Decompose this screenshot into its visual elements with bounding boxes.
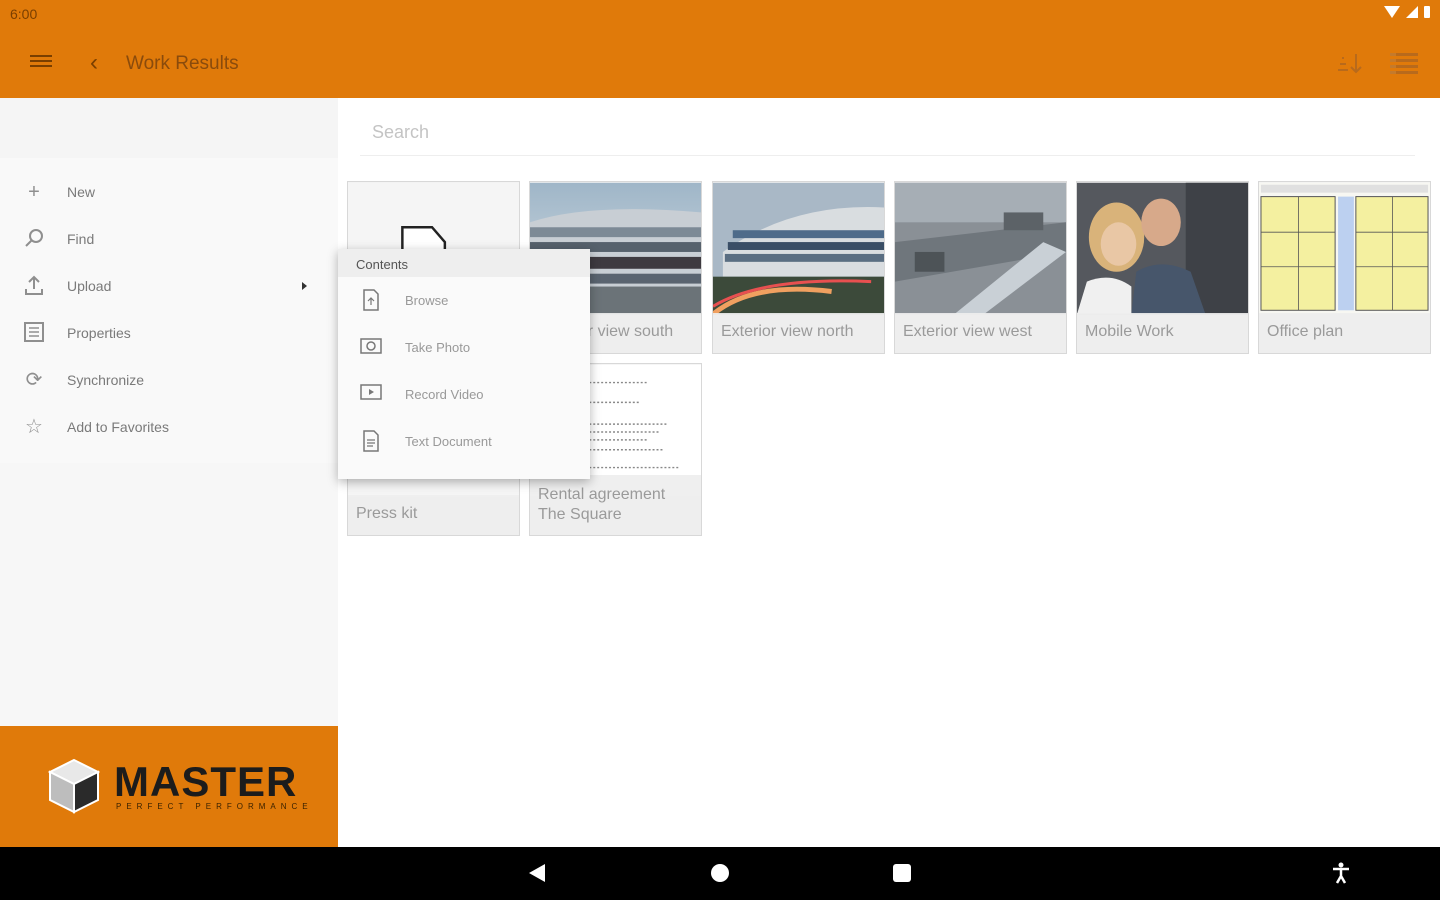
sidebar: + New Find Upload Properties ⟳ Synchroni… xyxy=(0,98,338,847)
hamburger-icon[interactable] xyxy=(28,52,54,74)
popup-item-label: Take Photo xyxy=(405,340,471,355)
list-view-icon[interactable] xyxy=(1390,50,1418,78)
tile-mobile-work[interactable]: Mobile Work xyxy=(1076,181,1249,354)
submenu-arrow-icon xyxy=(302,281,307,290)
people-photo xyxy=(1077,182,1248,315)
tile-label: Exterior view west xyxy=(895,313,1066,353)
favorite-add-icon: ☆ xyxy=(25,415,43,438)
text-document-icon xyxy=(360,430,382,452)
sidebar-item-new[interactable]: + New xyxy=(0,168,338,215)
file-browse-icon xyxy=(360,289,382,311)
sort-icon[interactable] xyxy=(1335,50,1365,78)
popup-item-text-document[interactable]: Text Document xyxy=(338,418,590,465)
cube-logo-icon xyxy=(48,758,100,814)
sidebar-header xyxy=(0,98,338,158)
chevron-left-icon[interactable]: ‹ xyxy=(90,50,110,76)
accessibility-icon[interactable] xyxy=(1330,861,1352,885)
tile-exterior-west[interactable]: Exterior view west xyxy=(894,181,1067,354)
sidebar-item-find[interactable]: Find xyxy=(0,215,338,262)
battery-icon xyxy=(1424,6,1430,18)
tile-label: Mobile Work xyxy=(1077,313,1248,353)
logo-tagline: PERFECT PERFORMANCE xyxy=(116,802,313,811)
sidebar-item-label: Add to Favorites xyxy=(67,418,169,435)
sidebar-item-synchronize[interactable]: ⟳ Synchronize xyxy=(0,356,338,403)
contents-popup-menu: Contents Browse Take Photo Record Video … xyxy=(338,249,590,479)
popup-item-label: Record Video xyxy=(405,387,484,402)
search-input[interactable] xyxy=(372,118,1272,146)
video-icon xyxy=(360,383,382,405)
popup-item-browse[interactable]: Browse xyxy=(338,277,590,324)
sidebar-item-label: Upload xyxy=(67,277,112,294)
popup-header: Contents xyxy=(338,249,590,277)
sync-icon: ⟳ xyxy=(25,368,43,391)
wifi-icon xyxy=(1384,6,1400,18)
popup-item-record-video[interactable]: Record Video xyxy=(338,371,590,418)
tile-label: Exterior view north xyxy=(713,313,884,353)
popup-item-label: Browse xyxy=(405,293,449,308)
home-circle-icon[interactable] xyxy=(711,864,729,882)
sidebar-item-upload[interactable]: Upload xyxy=(0,262,338,309)
tile-label: Press kit xyxy=(348,495,519,535)
plus-icon: + xyxy=(28,180,40,203)
recents-square-icon[interactable] xyxy=(893,864,911,882)
sidebar-item-label: Find xyxy=(67,230,95,247)
properties-icon xyxy=(22,321,46,345)
sidebar-item-properties[interactable]: Properties xyxy=(0,309,338,356)
sidebar-menu: + New Find Upload Properties ⟳ Synchroni… xyxy=(0,158,338,463)
popup-item-label: Text Document xyxy=(405,434,492,449)
popup-item-take-photo[interactable]: Take Photo xyxy=(338,324,590,371)
sidebar-item-label: New xyxy=(67,183,96,200)
tile-office-plan[interactable]: Office plan xyxy=(1258,181,1431,354)
building-night-photo xyxy=(713,182,884,315)
status-icons xyxy=(1384,6,1430,18)
sidebar-item-label: Properties xyxy=(67,324,131,341)
system-nav-bar xyxy=(0,847,1440,900)
floor-plan-image xyxy=(1259,182,1430,315)
camera-icon xyxy=(360,336,382,358)
aerial-photo xyxy=(895,182,1066,315)
logo-name: MASTER xyxy=(114,758,298,805)
back-triangle-icon[interactable] xyxy=(529,864,545,882)
brand-logo: MASTER PERFECT PERFORMANCE xyxy=(0,726,338,847)
sidebar-item-add-favorites[interactable]: ☆ Add to Favorites xyxy=(0,403,338,450)
tile-label: Office plan xyxy=(1259,313,1430,353)
app-bar: 6:00 ‹ Work Results xyxy=(0,0,1440,98)
search-icon xyxy=(22,227,46,251)
upload-icon xyxy=(22,274,46,298)
tile-exterior-north[interactable]: Exterior view north xyxy=(712,181,885,354)
sidebar-item-label: Synchronize xyxy=(67,371,145,388)
status-time: 6:00 xyxy=(10,6,38,22)
tile-label: Rental agreement The Square xyxy=(530,475,701,535)
page-title: Work Results xyxy=(126,53,239,74)
search-bar xyxy=(360,108,1415,156)
signal-icon xyxy=(1406,6,1418,18)
